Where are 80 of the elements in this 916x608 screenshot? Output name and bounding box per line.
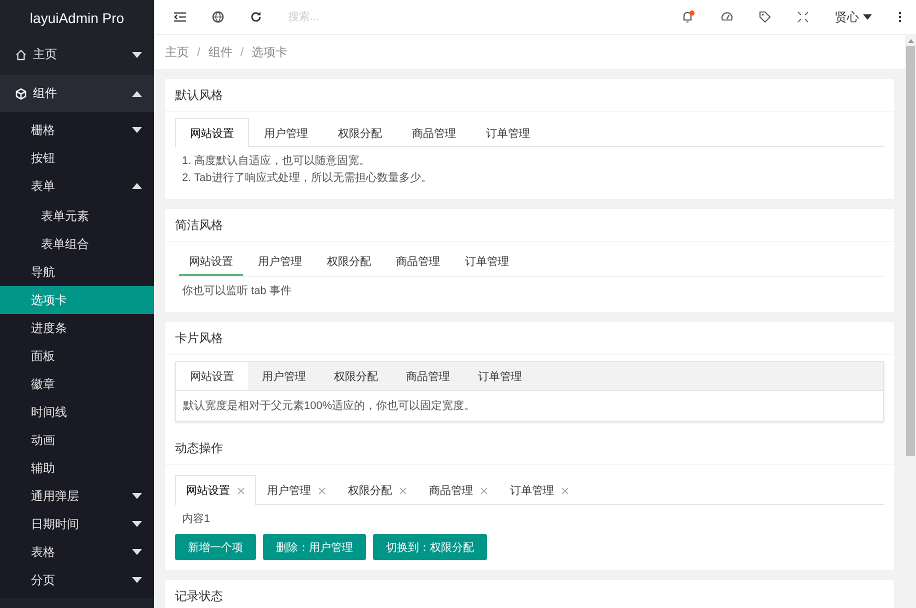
tab[interactable]: 商品管理	[397, 118, 471, 147]
caret-down-icon	[132, 493, 142, 499]
sidebar-item[interactable]: 表单	[0, 172, 154, 200]
tab[interactable]: 订单管理	[499, 475, 580, 505]
menu-fold-icon[interactable]	[174, 12, 186, 22]
breadcrumb-separator: /	[197, 45, 200, 59]
tab[interactable]: 商品管理	[418, 475, 499, 505]
refresh-icon[interactable]	[250, 11, 262, 23]
sidebar-item[interactable]: 面板	[0, 342, 154, 370]
action-button[interactable]: 新增一个项	[175, 534, 256, 560]
globe-icon[interactable]	[212, 11, 224, 23]
breadcrumb-link[interactable]: 组件	[208, 44, 232, 60]
sidebar-item[interactable]: 通用弹层	[0, 482, 154, 510]
card-title: 记录状态	[165, 580, 894, 608]
user-menu[interactable]: 贤心	[835, 8, 872, 26]
tab[interactable]: 订单管理	[471, 118, 545, 147]
sidebar-item[interactable]: 按钮	[0, 144, 154, 172]
scrollbar-thumb[interactable]	[906, 46, 915, 456]
sidebar-item[interactable]: 时间线	[0, 398, 154, 426]
fullscreen-icon[interactable]	[797, 11, 809, 23]
dashboard-icon[interactable]	[721, 11, 733, 23]
tab[interactable]: 用户管理	[248, 362, 320, 390]
card-title: 卡片风格	[165, 322, 894, 355]
sidebar-item[interactable]: 辅助	[0, 454, 154, 482]
app-logo: layuiAdmin Pro	[0, 0, 154, 35]
tab[interactable]: 用户管理	[248, 248, 312, 276]
tab-content-text: 默认宽度是相对于父元素100%适应的，你也可以固定宽度。	[183, 398, 476, 414]
sidebar-item[interactable]: 动画	[0, 426, 154, 454]
sidebar-item[interactable]: 选项卡	[0, 286, 154, 314]
caret-up-icon	[132, 90, 142, 96]
caret-down-icon	[132, 52, 142, 58]
scrollbar[interactable]	[905, 35, 916, 608]
tab[interactable]: 权限分配	[337, 475, 418, 505]
sidebar-item[interactable]: 栅格	[0, 116, 154, 144]
tab-content-text: 你也可以监听 tab 事件	[182, 284, 292, 299]
sidebar-item[interactable]: 导航	[0, 258, 154, 286]
sidebar-item[interactable]: 表单元素	[0, 202, 154, 230]
tab[interactable]: 用户管理	[256, 475, 337, 505]
sidebar-item[interactable]: 日期时间	[0, 510, 154, 538]
bell-icon[interactable]	[681, 10, 695, 24]
sidebar-item[interactable]: 进度条	[0, 314, 154, 342]
tab-content-text: 内容1	[182, 512, 212, 527]
tab[interactable]: 订单管理	[455, 248, 519, 276]
tab[interactable]: 网站设置	[179, 248, 243, 276]
home-icon	[15, 48, 27, 60]
breadcrumb-link[interactable]: 选项卡	[252, 44, 288, 60]
card-title: 动态操作	[165, 432, 894, 465]
tab[interactable]: 商品管理	[386, 248, 450, 276]
caret-down-icon	[132, 127, 142, 133]
caret-down-icon	[132, 577, 142, 583]
tag-icon[interactable]	[759, 11, 771, 23]
more-icon[interactable]	[898, 11, 902, 23]
tab[interactable]: 权限分配	[320, 362, 392, 390]
tab[interactable]: 用户管理	[249, 118, 323, 147]
sidebar-item[interactable]: 主页	[0, 36, 154, 73]
tab[interactable]: 网站设置	[175, 118, 249, 147]
sidebar-item[interactable]: 分页	[0, 566, 154, 594]
caret-down-icon	[132, 521, 142, 527]
card-title: 简洁风格	[165, 209, 894, 242]
tab[interactable]: 网站设置	[176, 362, 248, 390]
tab-content-text: 2. Tab进行了响应式处理，所以无需担心数量多少。	[182, 170, 433, 186]
sidebar-item[interactable]: 表单组合	[0, 230, 154, 258]
caret-down-icon	[132, 549, 142, 555]
card-title: 默认风格	[165, 79, 894, 112]
tab-content-text: 1. 高度默认自适应，也可以随意固宽。	[182, 154, 372, 169]
tab[interactable]: 订单管理	[464, 362, 536, 390]
breadcrumb-separator: /	[240, 45, 244, 59]
tab[interactable]: 网站设置	[175, 475, 256, 505]
action-button[interactable]: 删除：用户管理	[263, 534, 366, 560]
sidebar-item[interactable]: 徽章	[0, 370, 154, 398]
cube-icon	[15, 88, 27, 100]
breadcrumb-link[interactable]: 主页	[165, 44, 189, 60]
sidebar-item[interactable]: 组件	[0, 75, 154, 112]
caret-up-icon	[132, 183, 142, 189]
tab[interactable]: 权限分配	[323, 118, 397, 147]
sidebar-item[interactable]: 表格	[0, 538, 154, 566]
action-button[interactable]: 切换到：权限分配	[373, 534, 487, 560]
tab[interactable]: 权限分配	[317, 248, 381, 276]
tab[interactable]: 商品管理	[392, 362, 464, 390]
caret-down-icon	[863, 14, 872, 20]
